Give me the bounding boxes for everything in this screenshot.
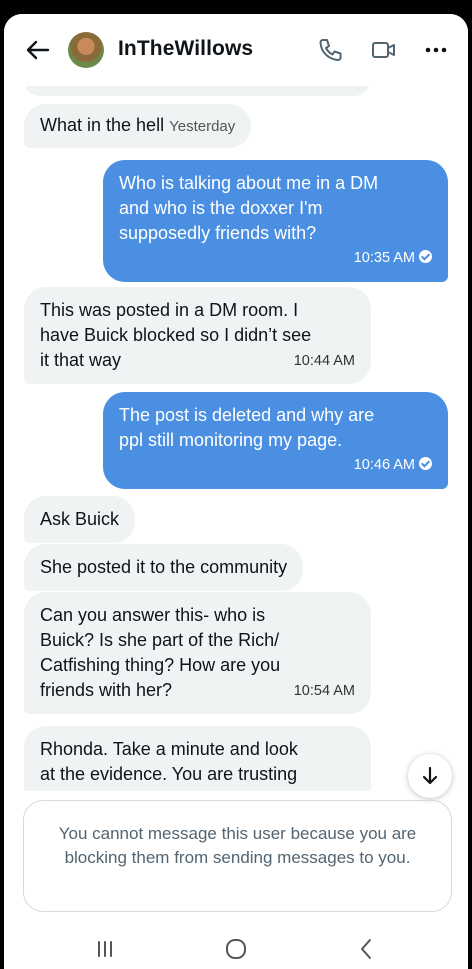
scroll-to-bottom-button[interactable]	[408, 754, 452, 798]
message-line: Rhonda. Take a minute and look	[40, 739, 298, 759]
message-line: Can you answer this- who is	[40, 605, 266, 625]
recent-apps-icon[interactable]	[92, 936, 118, 962]
avatar[interactable]	[68, 32, 104, 68]
message-time: Yesterday	[169, 118, 236, 135]
message-time: 10:35 AM	[353, 250, 415, 266]
message-bubble[interactable]: Who is talking about me in a DM and who …	[103, 160, 448, 282]
message-line: and who is the doxxer I'm	[119, 198, 323, 218]
message-line: The post is deleted and why are	[119, 405, 375, 425]
video-icon[interactable]	[370, 36, 398, 64]
message-bubble[interactable]: The post is deleted and why are ppl stil…	[103, 392, 448, 489]
back-icon[interactable]	[354, 936, 380, 962]
message-line: ppl still monitoring my page.	[119, 430, 343, 450]
message-line: supposedly friends with?	[119, 223, 317, 243]
message-text: Ask Buick	[40, 509, 120, 529]
home-icon[interactable]	[223, 936, 249, 962]
message-text: She posted it to the community	[40, 557, 288, 577]
message-bubble-partial	[24, 86, 370, 96]
conversation-header: InTheWillows	[4, 14, 468, 86]
more-icon[interactable]	[422, 36, 450, 64]
message-line: This was posted in a DM room. I	[40, 300, 299, 320]
phone-icon[interactable]	[316, 36, 344, 64]
message-bubble[interactable]: Rhonda. Take a minute and look at the ev…	[24, 726, 371, 791]
message-line: Who is talking about me in a DM	[119, 173, 379, 193]
conversation-title[interactable]: InTheWillows	[118, 37, 253, 61]
back-arrow-icon[interactable]	[24, 36, 52, 64]
arrow-down-icon	[422, 766, 438, 785]
message-bubble[interactable]: What in the hell Yesterday	[24, 104, 252, 148]
message-line: have Buick blocked so I didn’t see	[40, 325, 312, 345]
message-line: it that way	[40, 350, 122, 370]
message-bubble[interactable]: This was posted in a DM room. I have Bui…	[24, 287, 371, 384]
message-bubble[interactable]: Ask Buick	[24, 496, 136, 543]
message-line: friends with her?	[40, 680, 173, 700]
check-icon	[419, 250, 432, 263]
message-text: What in the hell	[40, 115, 165, 135]
blocked-notice: You cannot message this user because you…	[23, 800, 452, 912]
message-list: What in the hell Yesterday Who is talkin…	[4, 86, 468, 791]
message-bubble[interactable]: Can you answer this- who is Buick? Is sh…	[24, 592, 371, 714]
message-line: at the evidence. You are trusting	[40, 764, 298, 784]
message-line: Catfishing thing? How are you	[40, 655, 281, 675]
message-bubble[interactable]: She posted it to the community	[24, 544, 304, 591]
system-nav-bar	[4, 926, 468, 969]
message-time: 10:44 AM	[293, 353, 355, 369]
message-time: 10:54 AM	[293, 683, 355, 699]
message-time: 10:46 AM	[353, 457, 415, 473]
message-line: Buick? Is she part of the Rich/	[40, 630, 280, 650]
check-icon	[419, 457, 432, 470]
blocked-notice-text: You cannot message this user because you…	[58, 824, 417, 867]
dm-screen: InTheWillows What in the hell Yesterday …	[4, 14, 468, 969]
